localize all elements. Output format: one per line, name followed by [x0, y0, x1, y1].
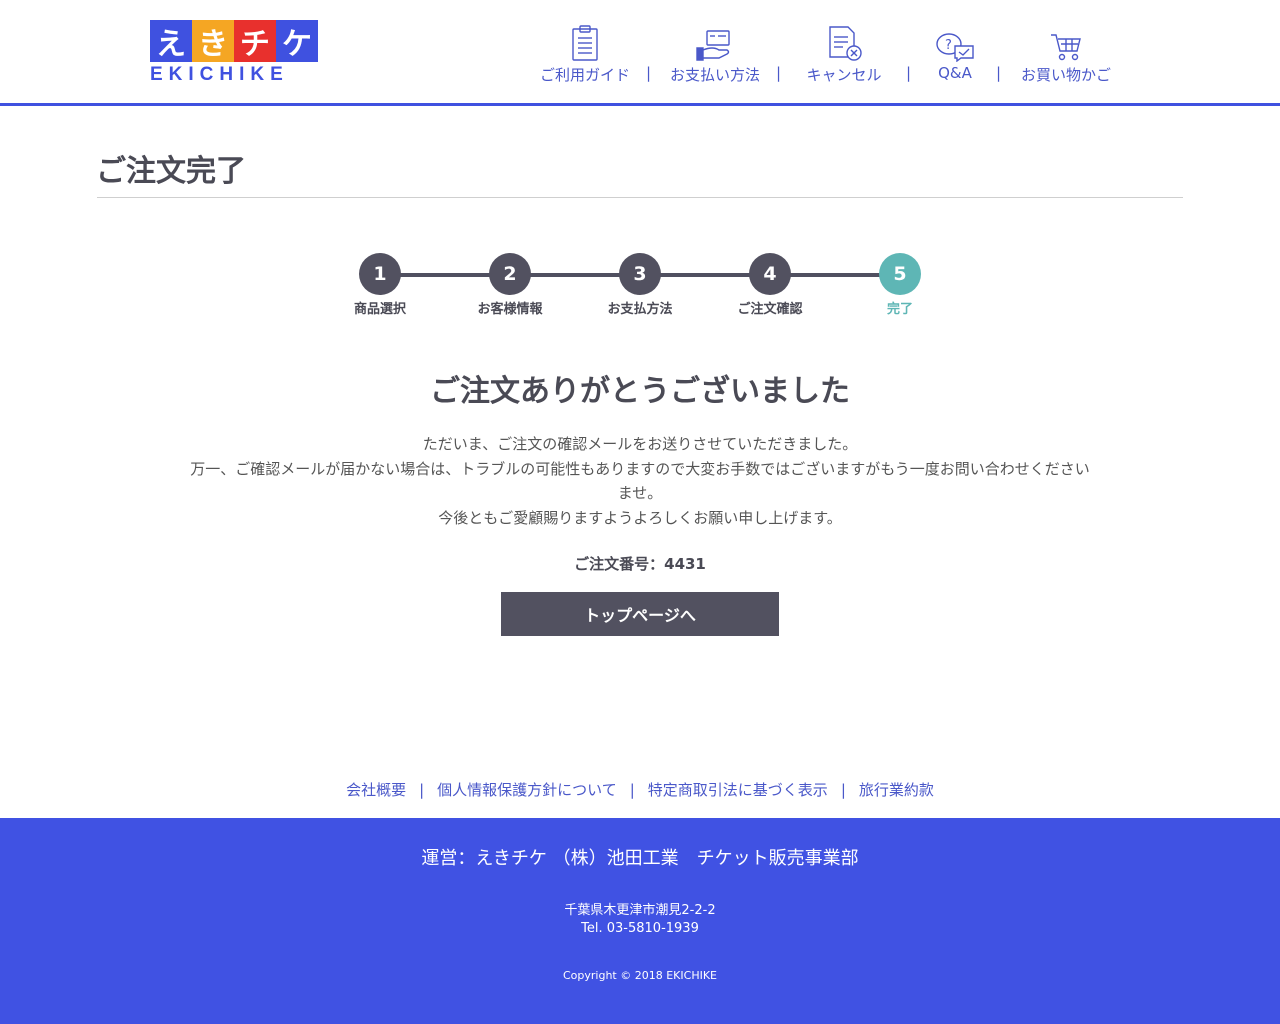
chat-question-icon: ? [925, 22, 985, 62]
svg-text:?: ? [945, 38, 952, 53]
nav-separator: | [776, 64, 782, 82]
page-title: ご注文完了 [96, 154, 246, 189]
order-number: ご注文番号：4431 [574, 555, 706, 573]
nav-qa-label: Q&A [938, 64, 972, 82]
thanks-line-2: 万一、ご確認メールが届かない場合は、トラブルの可能性もありますので大変お手数では… [190, 459, 1090, 503]
step-label: お支払方法 [607, 302, 673, 317]
nav-payment[interactable]: お支払い方法 [662, 22, 768, 85]
ekichike-logo[interactable]: え き チ ケ EKICHIKE [150, 20, 320, 85]
site-footer: 運営：えきチケ （株）池田工業 チケット販売事業部 千葉県木更津市潮見2-2-2… [0, 818, 1280, 1024]
thanks-line-3: 今後ともご愛顧賜りますようよろしくお願い申し上げます。 [438, 508, 842, 527]
step-label: 商品選択 [353, 302, 406, 317]
logo-wordmark: EKICHIKE [150, 64, 289, 85]
nav-separator: | [646, 64, 652, 82]
logo-tile-e: え [150, 20, 192, 62]
nav-separator: | [906, 64, 912, 82]
nav-payment-label: お支払い方法 [669, 66, 760, 84]
footer-tel: Tel. 03-5810-1939 [581, 921, 699, 936]
step-label: ご注文確認 [737, 302, 803, 317]
footer-link-privacy[interactable]: 個人情報保護方針について [437, 781, 617, 799]
header-accent-bar [0, 103, 1280, 106]
footer-link-travel-terms[interactable]: 旅行業約款 [859, 781, 934, 799]
progress-steps: 1 商品選択 2 お客様情報 3 お支払方法 4 ご注文確認 5 完了 [340, 253, 940, 333]
logo-tile-ki: き [192, 20, 234, 62]
thanks-line-1: ただいま、ご注文の確認メールをお送りさせていただきました。 [422, 435, 858, 453]
nav-separator: | [996, 64, 1002, 82]
card-hand-icon [662, 22, 768, 62]
nav-guide[interactable]: ご利用ガイド [530, 22, 640, 85]
cart-icon [1014, 22, 1118, 62]
site-header: え き チ ケ EKICHIKE ご利用ガイド | お支払い方法 | キャンセル… [0, 0, 1280, 103]
footer-link-separator: | [419, 781, 425, 799]
step-label: 完了 [886, 302, 913, 317]
footer-link-separator: | [840, 781, 846, 799]
footer-link-separator: | [629, 781, 635, 799]
footer-copyright: Copyright © 2018 EKICHIKE [563, 969, 717, 982]
step-label: お客様情報 [477, 302, 543, 317]
thanks-message: ただいま、ご注文の確認メールをお送りさせていただきました。 万一、ご確認メールが… [190, 432, 1090, 530]
footer-links: 会社概要 | 個人情報保護方針について | 特定商取引法に基づく表示 | 旅行業約款 [0, 779, 1280, 800]
step-number: 1 [359, 253, 401, 295]
step-2: 2 お客様情報 [470, 253, 550, 317]
footer-link-company[interactable]: 会社概要 [346, 781, 406, 799]
nav-cancel-label: キャンセル [806, 66, 882, 84]
footer-link-commerce-law[interactable]: 特定商取引法に基づく表示 [648, 781, 828, 799]
step-number: 3 [619, 253, 661, 295]
footer-address: 千葉県木更津市潮見2-2-2 [564, 903, 716, 918]
nav-cart-label: お買い物かご [1020, 66, 1111, 84]
step-number: 5 [879, 253, 921, 295]
header-nav: ご利用ガイド | お支払い方法 | キャンセル | ? Q&A | お買い物かご [530, 22, 1120, 86]
nav-cancel[interactable]: キャンセル [796, 22, 892, 85]
top-page-button[interactable]: トップページへ [501, 592, 779, 636]
step-number: 2 [489, 253, 531, 295]
step-4: 4 ご注文確認 [730, 253, 810, 317]
nav-cart[interactable]: お買い物かご [1014, 22, 1118, 85]
step-5-active: 5 完了 [860, 253, 940, 317]
title-divider [97, 197, 1183, 198]
logo-tile-ke: ケ [276, 20, 318, 62]
step-number: 4 [749, 253, 791, 295]
footer-company: 運営：えきチケ （株）池田工業 チケット販売事業部 [421, 848, 859, 869]
nav-guide-label: ご利用ガイド [539, 66, 630, 84]
nav-qa[interactable]: ? Q&A [925, 22, 985, 82]
thanks-heading: ご注文ありがとうございました [430, 374, 850, 409]
logo-tile-chi: チ [234, 20, 276, 62]
clipboard-icon [530, 22, 640, 62]
document-cancel-icon [796, 22, 892, 62]
step-3: 3 お支払方法 [600, 253, 680, 317]
step-1: 1 商品選択 [340, 253, 420, 317]
logo-tiles: え き チ ケ [150, 20, 320, 62]
